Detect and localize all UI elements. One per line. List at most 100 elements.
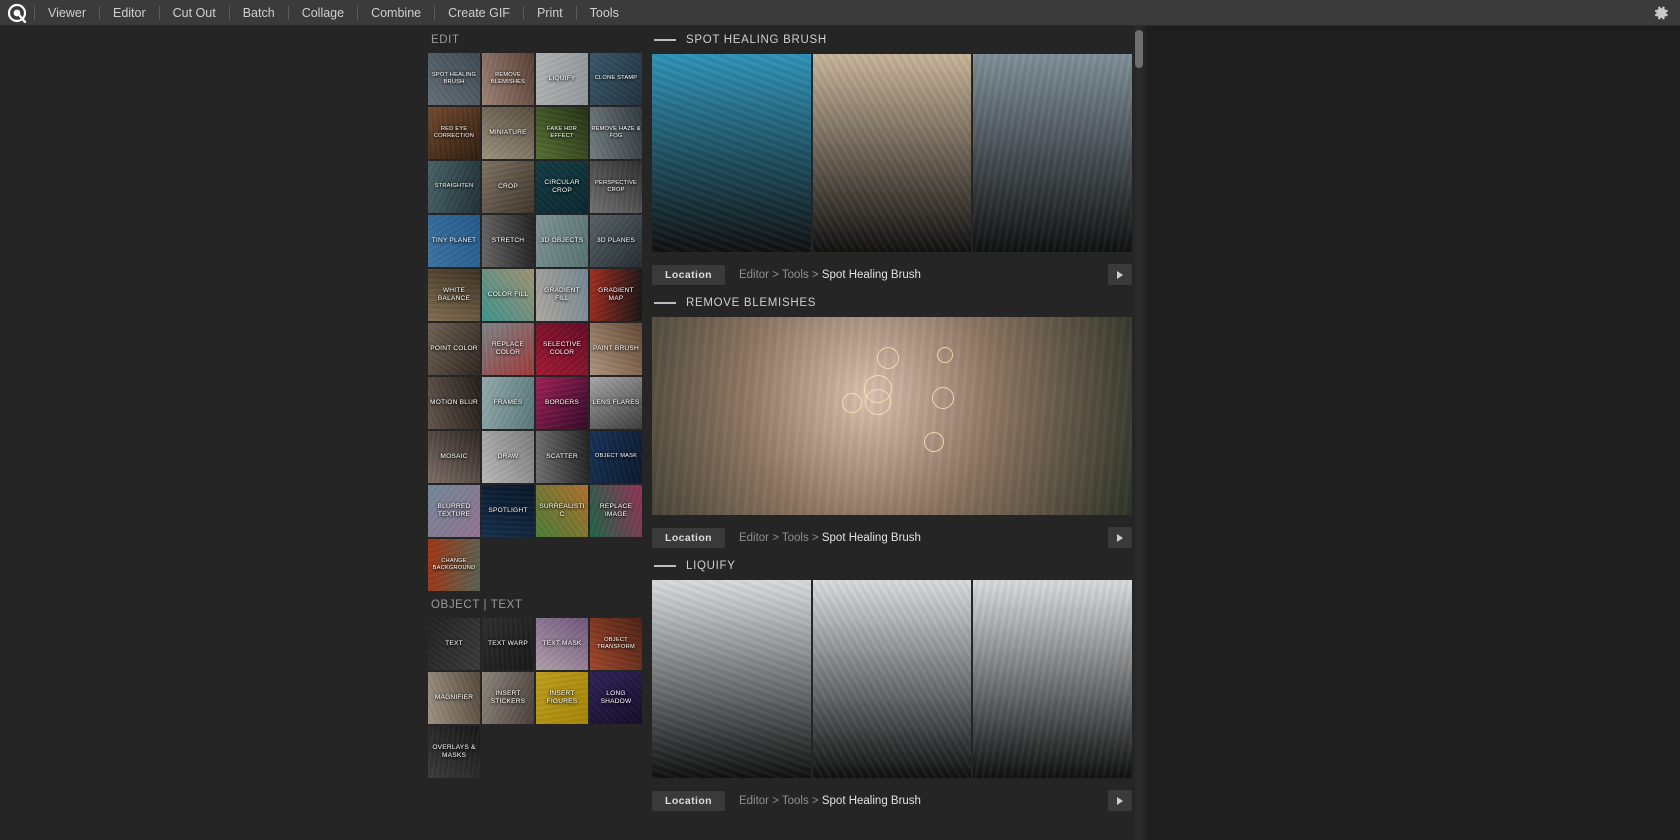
tool-tile-clone-stamp[interactable]: CLONE STAMP [590,53,642,105]
location-button[interactable]: Location [652,791,725,811]
preview-image-beach-shore-photo[interactable] [973,54,1133,252]
tool-tile-color-fill[interactable]: COLOR FILL [482,269,534,321]
menu-item-print[interactable]: Print [524,0,576,26]
tool-tile-3d-objects[interactable]: 3D OBJECTS [536,215,588,267]
breadcrumb: Editor > Tools > Spot Healing Brush [739,795,921,807]
menu-item-tools[interactable]: Tools [577,0,632,26]
tool-tile-insert-figures[interactable]: INSERT FIGURES [536,672,588,724]
blemish-marker-circle [877,347,899,369]
location-bar: Location Editor > Tools > Spot Healing Br… [652,264,1132,286]
tile-label: 3D PLANES [596,236,636,244]
tool-tile-liquify[interactable]: LIQUIFY [536,53,588,105]
menu-item-create-gif[interactable]: Create GIF [435,0,523,26]
tile-label: 3D OBJECTS [540,236,584,244]
tool-tile-white-balance[interactable]: WHITE BALANCE [428,269,480,321]
play-icon[interactable] [1108,264,1132,285]
tool-tile-long-shadow[interactable]: LONG SHADOW [590,672,642,724]
vertical-scrollbar[interactable] [1135,26,1143,840]
preview-header: SPOT HEALING BRUSH [652,26,1146,54]
location-button[interactable]: Location [652,528,725,548]
tool-tile-text[interactable]: TEXT [428,618,480,670]
preview-image-arctic-fox-photo[interactable] [812,580,972,778]
tile-label: MINIATURE [489,128,527,136]
tool-tile-motion-blur[interactable]: MOTION BLUR [428,377,480,429]
tool-tile-magnifier[interactable]: MAGNIFIER [428,672,480,724]
menu-item-editor[interactable]: Editor [100,0,159,26]
tool-tile-gradient-map[interactable]: GRADIENT MAP [590,269,642,321]
preview-image-portrait-neck-photo[interactable] [652,317,1132,515]
preview-image-arctic-fox-photo[interactable] [652,580,811,778]
tile-label: REPLACE COLOR [491,340,525,356]
tool-tile-circular-crop[interactable]: CIRCULAR CROP [536,161,588,213]
tool-tile-miniature[interactable]: MINIATURE [482,107,534,159]
tool-tile-surrealistic[interactable]: SURREALISTIC [536,485,588,537]
tool-tile-object-mask[interactable]: OBJECT MASK [590,431,642,483]
preview-image-strip[interactable] [652,580,1133,778]
tool-tile-stretch[interactable]: STRETCH [482,215,534,267]
tile-grid: SPOT HEALING BRUSH REMOVE BLEMISHES LIQUIF… [428,53,652,591]
preview-image-strip[interactable] [652,54,1133,252]
tool-tile-blurred-texture[interactable]: BLURRED TEXTURE [428,485,480,537]
menu-item-batch[interactable]: Batch [230,0,288,26]
play-icon[interactable] [1108,790,1132,811]
tool-tile-straighten[interactable]: STRAIGHTEN [428,161,480,213]
play-triangle [1117,270,1123,279]
tile-label: LIQUIFY [548,74,576,82]
tool-tile-insert-stickers[interactable]: INSERT STICKERS [482,672,534,724]
tile-label: LENS FLARES [592,398,640,406]
tool-tile-paint-brush[interactable]: PAINT BRUSH [590,323,642,375]
tool-tile-text-warp[interactable]: TEXT WARP [482,618,534,670]
location-button[interactable]: Location [652,265,725,285]
tool-tile-scatter[interactable]: SCATTER [536,431,588,483]
tile-label: MOTION BLUR [430,398,478,406]
tool-tile-lens-flares[interactable]: LENS FLARES [590,377,642,429]
tool-tile-crop[interactable]: CROP [482,161,534,213]
menu-item-cut-out[interactable]: Cut Out [160,0,229,26]
preview-image-pool-mural-photo[interactable] [652,54,811,252]
tool-tile-draw[interactable]: DRAW [482,431,534,483]
tool-tile-replace-color[interactable]: REPLACE COLOR [482,323,534,375]
tool-tile-spot-healing-brush[interactable]: SPOT HEALING BRUSH [428,53,480,105]
tool-tile-gradient-fill[interactable]: GRADIENT FILL [536,269,588,321]
tool-tile-point-color[interactable]: POINT COLOR [428,323,480,375]
menu-item-collage[interactable]: Collage [289,0,357,26]
tile-label: SELECTIVE COLOR [542,340,582,356]
tool-tile-replace-image[interactable]: REPLACE IMAGE [590,485,642,537]
tool-tile-text-mask[interactable]: TEXT MASK [536,618,588,670]
tile-label: GRADIENT FILL [544,286,580,302]
tool-tile-3d-planes[interactable]: 3D PLANES [590,215,642,267]
pixlr-logo-icon[interactable] [0,0,34,26]
tile-label: OBJECT TRANSFORM [597,636,635,650]
tool-tile-red-eye-correction[interactable]: RED EYE CORRECTION [428,107,480,159]
tool-tile-borders[interactable]: BORDERS [536,377,588,429]
tile-label: SURREALISTIC [539,502,585,518]
tile-label: REPLACE IMAGE [599,502,633,518]
menu-item-viewer[interactable]: Viewer [35,0,99,26]
tool-tile-object-transform[interactable]: OBJECT TRANSFORM [590,618,642,670]
preview-header: LIQUIFY [652,552,1146,580]
tool-tile-fake-hdr-effect[interactable]: FAKE HDR EFFECT [536,107,588,159]
tile-label: TEXT WARP [488,639,528,647]
tool-tile-overlays-masks[interactable]: OVERLAYS & MASKS [428,726,480,778]
preview-block-spot-healing-brush: SPOT HEALING BRUSH Location Editor > Tools… [652,26,1146,286]
tile-label: CLONE STAMP [594,75,638,82]
menu-item-combine[interactable]: Combine [358,0,434,26]
tool-tile-remove-haze-fog[interactable]: REMOVE HAZE & FOG [590,107,642,159]
tool-tile-change-background[interactable]: CHANGE BACKGROUND [428,539,480,591]
tile-label: TINY PLANET [431,236,477,244]
tool-tile-perspective-crop[interactable]: PERSPECTIVE CROP [590,161,642,213]
gear-icon[interactable] [1652,4,1670,22]
preview-image-concrete-numbers-photo[interactable] [812,54,972,252]
tool-tile-tiny-planet[interactable]: TINY PLANET [428,215,480,267]
tool-tile-mosaic[interactable]: MOSAIC [428,431,480,483]
tile-label: INSERT STICKERS [490,689,526,705]
breadcrumb: Editor > Tools > Spot Healing Brush [739,532,921,544]
tool-tile-remove-blemishes[interactable]: REMOVE BLEMISHES [482,53,534,105]
tool-tile-selective-color[interactable]: SELECTIVE COLOR [536,323,588,375]
scrollbar-thumb[interactable] [1135,30,1143,68]
tool-tile-frames[interactable]: FRAMES [482,377,534,429]
preview-image-arctic-fox-photo[interactable] [973,580,1133,778]
tile-label: SCATTER [546,452,578,460]
play-icon[interactable] [1108,527,1132,548]
tool-tile-spotlight[interactable]: SPOTLIGHT [482,485,534,537]
